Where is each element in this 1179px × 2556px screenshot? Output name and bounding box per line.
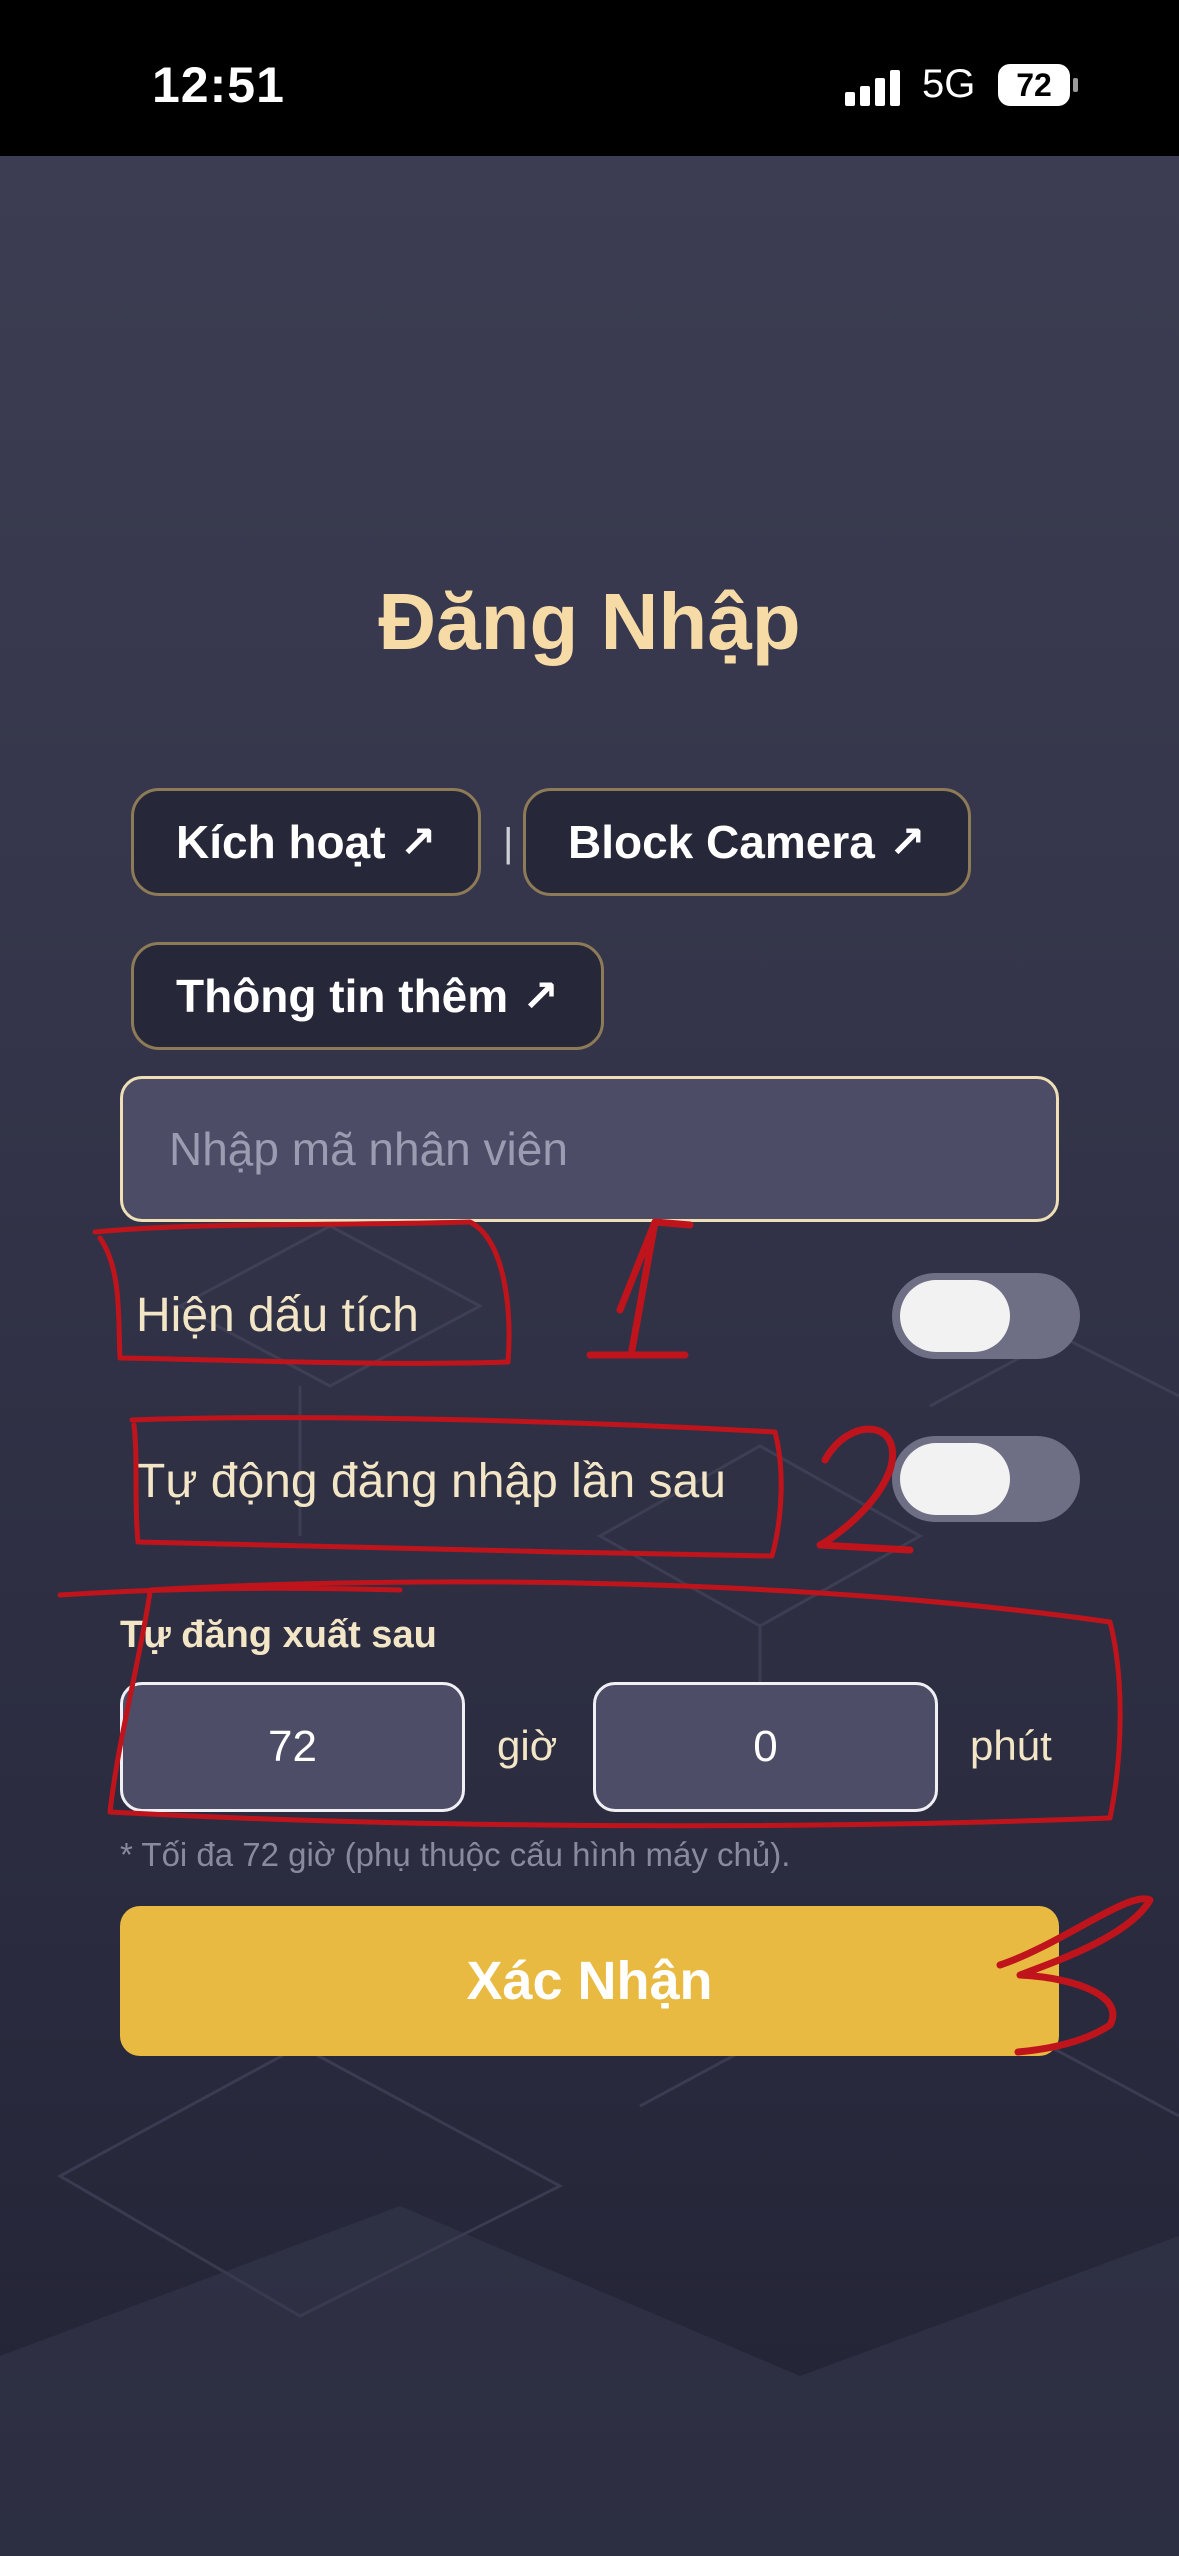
block-camera-link[interactable]: Block Camera ↗ <box>523 788 971 896</box>
battery-icon: 72 <box>998 64 1070 106</box>
confirm-button[interactable]: Xác Nhận <box>120 1906 1059 2056</box>
clock: 12:51 <box>152 57 285 113</box>
minutes-unit: phút <box>970 1722 1052 1769</box>
arrow-up-right-icon: ↗ <box>888 817 926 867</box>
battery-cap <box>1073 78 1078 92</box>
more-info-link[interactable]: Thông tin thêm ↗ <box>131 942 605 1050</box>
activate-link-label: Kích hoạt <box>176 816 386 868</box>
status-bar: 12:51 5G 72 <box>0 0 1179 156</box>
arrow-up-right-icon: ↗ <box>399 817 437 867</box>
more-info-link-label: Thông tin thêm <box>176 970 509 1022</box>
minutes-input[interactable] <box>593 1682 938 1812</box>
network-type: 5G <box>922 62 976 106</box>
login-screen: Đăng Nhập Kích hoạt ↗ | Block Camera ↗ T… <box>0 156 1179 2556</box>
toggle-knob <box>900 1443 1010 1515</box>
signal-icon <box>845 70 905 106</box>
block-camera-link-label: Block Camera <box>568 816 875 868</box>
auto-login-toggle[interactable] <box>892 1436 1080 1522</box>
hours-unit: giờ <box>497 1722 558 1769</box>
toggle-knob <box>900 1280 1010 1352</box>
page-title: Đăng Nhập <box>378 577 801 666</box>
hours-input[interactable] <box>120 1682 465 1812</box>
max-hours-note: * Tối đa 72 giờ (phụ thuộc cấu hình máy … <box>120 1836 791 1873</box>
show-checkmark-toggle[interactable] <box>892 1273 1080 1359</box>
auto-logout-label: Tự đăng xuất sau <box>120 1614 437 1656</box>
link-separator: | <box>503 821 514 865</box>
show-checkmark-label: Hiện dấu tích <box>136 1289 419 1342</box>
employee-id-input[interactable] <box>120 1076 1059 1222</box>
activate-link[interactable]: Kích hoạt ↗ <box>131 788 482 896</box>
auto-login-label: Tự động đăng nhập lần sau <box>136 1455 726 1508</box>
arrow-up-right-icon: ↗ <box>522 971 560 1021</box>
